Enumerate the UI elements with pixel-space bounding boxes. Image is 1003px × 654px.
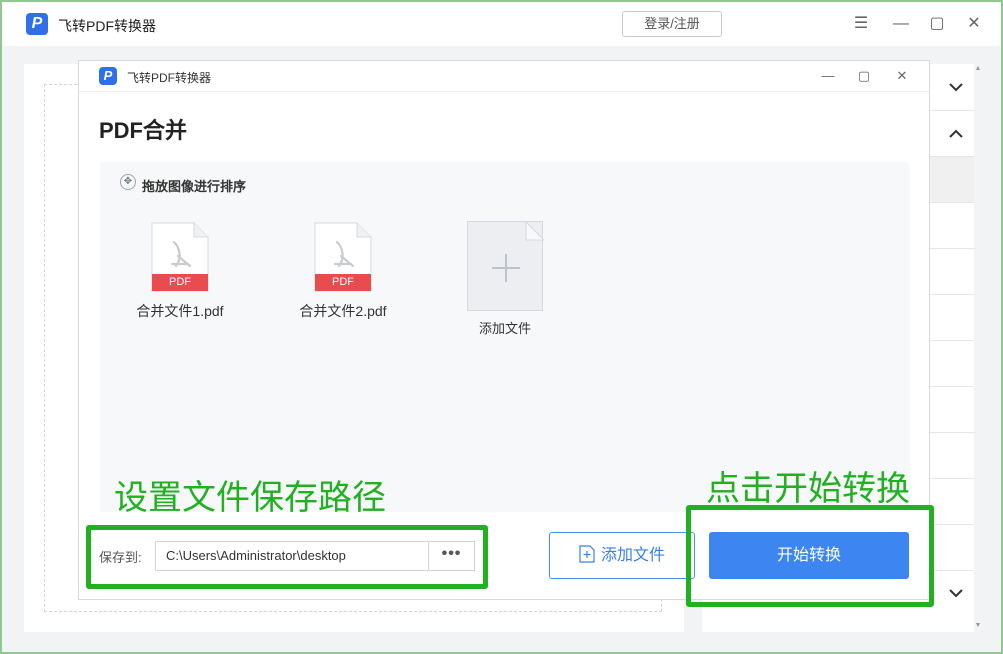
right-panel-divider bbox=[930, 432, 974, 433]
chevron-up-icon[interactable] bbox=[946, 127, 966, 141]
drag-hint-label: 拖放图像进行排序 bbox=[142, 179, 247, 194]
right-panel-divider bbox=[930, 248, 974, 249]
right-panel-divider bbox=[930, 478, 974, 479]
move-icon: ✥ bbox=[120, 174, 136, 190]
dialog-minimize-icon[interactable]: — bbox=[819, 67, 837, 85]
dialog-title: 飞转PDF转换器 bbox=[127, 71, 212, 85]
right-panel-divider bbox=[930, 386, 974, 387]
file-name: 合并文件2.pdf bbox=[299, 303, 387, 319]
dialog-logo-icon: P bbox=[99, 67, 117, 85]
annotation-box-start bbox=[686, 505, 934, 607]
annotation-box-save-path bbox=[86, 525, 488, 589]
right-panel-divider bbox=[930, 570, 974, 571]
file-item[interactable]: PDF 合并文件1.pdf bbox=[120, 222, 240, 321]
dialog-close-icon[interactable]: ✕ bbox=[893, 67, 911, 85]
add-file-tile[interactable] bbox=[467, 220, 546, 311]
login-register-button[interactable]: 登录/注册 bbox=[622, 11, 722, 37]
right-panel-divider bbox=[930, 202, 974, 203]
add-file-button[interactable]: 添加文件 bbox=[549, 532, 695, 579]
app-window: P 飞转PDF转换器 登录/注册 ☰ — ▢ ✕ ▲ ▼ P 飞转PDF转换器 … bbox=[0, 0, 1003, 654]
chevron-down-icon[interactable] bbox=[946, 80, 966, 94]
annotation-text-save-path: 设置文件保存路径 bbox=[114, 479, 386, 517]
dialog-divider bbox=[79, 91, 929, 92]
file-item[interactable]: PDF 合并文件2.pdf bbox=[283, 222, 403, 321]
menu-icon[interactable]: ☰ bbox=[852, 15, 870, 33]
right-panel-divider bbox=[930, 110, 974, 111]
pdf-badge: PDF bbox=[169, 276, 191, 288]
page-title: PDF合并 bbox=[99, 118, 188, 143]
right-panel-divider bbox=[930, 524, 974, 525]
scroll-down-arrow-icon[interactable]: ▼ bbox=[974, 622, 982, 629]
add-file-tile-label: 添加文件 bbox=[478, 321, 531, 336]
add-file-button-label: 添加文件 bbox=[600, 547, 665, 564]
close-icon[interactable]: ✕ bbox=[965, 15, 983, 33]
minimize-icon[interactable]: — bbox=[892, 15, 910, 33]
app-titlebar: P 飞转PDF转换器 登录/注册 ☰ — ▢ ✕ bbox=[2, 2, 1001, 46]
file-name: 合并文件1.pdf bbox=[136, 303, 224, 319]
file-drop-area[interactable]: ✥ 拖放图像进行排序 PDF 合并文件1.pdf PDF 合并文件2.pdf 添… bbox=[100, 162, 910, 512]
maximize-icon[interactable]: ▢ bbox=[928, 15, 946, 33]
scrollbar[interactable] bbox=[974, 64, 982, 632]
add-file-icon bbox=[579, 545, 595, 563]
app-title: 飞转PDF转换器 bbox=[58, 18, 156, 34]
right-panel-divider bbox=[930, 340, 974, 341]
right-panel-selected-row[interactable] bbox=[930, 157, 974, 202]
right-panel-divider bbox=[930, 294, 974, 295]
scroll-up-arrow-icon[interactable]: ▲ bbox=[974, 65, 982, 72]
chevron-down-icon[interactable] bbox=[946, 586, 966, 600]
annotation-text-start: 点击开始转换 bbox=[706, 470, 910, 508]
pdf-badge: PDF bbox=[332, 276, 354, 288]
app-logo-icon: P bbox=[26, 13, 48, 35]
plus-icon bbox=[492, 220, 546, 282]
dialog-maximize-icon[interactable]: ▢ bbox=[855, 67, 873, 85]
